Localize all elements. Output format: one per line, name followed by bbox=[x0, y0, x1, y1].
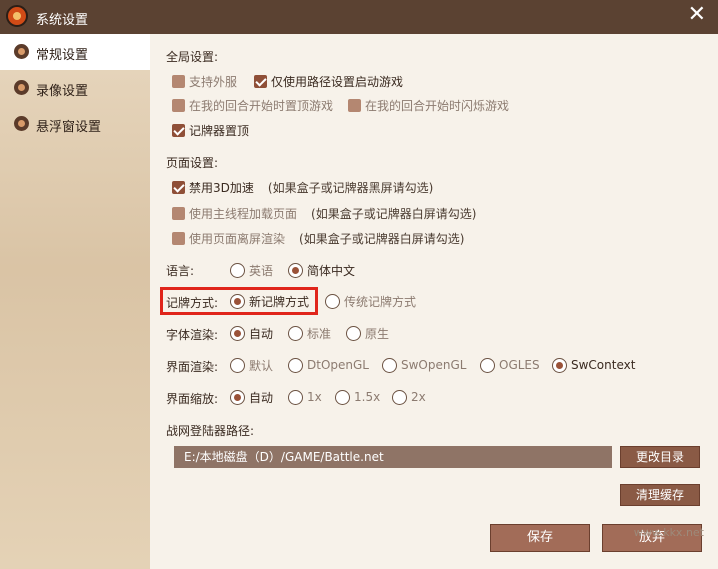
radio-render-default[interactable]: 默认 bbox=[230, 356, 273, 374]
radio-button[interactable] bbox=[392, 389, 407, 405]
sidebar-background-art bbox=[0, 68, 150, 569]
radio-button[interactable] bbox=[288, 357, 303, 373]
radio-render-ogles[interactable]: OGLES bbox=[480, 356, 540, 374]
option-turn-topmost[interactable]: 在我的回合开始时置顶游戏 bbox=[172, 96, 333, 114]
radio-language-chinese[interactable]: 简体中文 bbox=[288, 261, 355, 279]
checkbox[interactable] bbox=[254, 74, 267, 88]
radio-render-dtopengl[interactable]: DtOpenGL bbox=[288, 356, 369, 374]
checkbox[interactable] bbox=[172, 123, 185, 137]
radio-scale-2x[interactable]: 2x bbox=[392, 388, 426, 406]
font-render-label: 字体渲染: bbox=[166, 328, 219, 342]
sidebar-item-general[interactable]: 常规设置 bbox=[0, 34, 150, 70]
swirl-icon bbox=[14, 116, 29, 131]
option-main-thread[interactable]: 使用主线程加载页面 (如果盒子或记牌器白屏请勾选) bbox=[172, 204, 476, 222]
radio-scale-1-5x[interactable]: 1.5x bbox=[335, 388, 380, 406]
radio-button[interactable] bbox=[288, 389, 303, 405]
radio-button[interactable] bbox=[230, 293, 245, 309]
radio-button[interactable] bbox=[552, 357, 567, 373]
radio-button[interactable] bbox=[230, 389, 245, 405]
checkbox[interactable] bbox=[172, 74, 185, 88]
sidebar-item-label: 录像设置 bbox=[36, 84, 89, 99]
radio-button[interactable] bbox=[230, 262, 245, 278]
checkbox[interactable] bbox=[172, 98, 185, 112]
save-button[interactable]: 保存 bbox=[490, 524, 590, 552]
radio-render-swcontext[interactable]: SwContext bbox=[552, 356, 635, 374]
clear-cache-button[interactable]: 清理缓存 bbox=[620, 484, 700, 506]
settings-window: 系统设置 ✕ 常规设置 录像设置 悬浮窗设置 全局设置: 支持外服 仅使用路径设… bbox=[0, 0, 718, 569]
record-mode-label: 记牌方式: bbox=[166, 296, 219, 310]
radio-button[interactable] bbox=[230, 357, 245, 373]
radio-record-new[interactable]: 新记牌方式 bbox=[230, 292, 309, 310]
launcher-path-label: 战网登陆器路径: bbox=[166, 424, 255, 438]
option-offscreen[interactable]: 使用页面离屏渲染 (如果盒子或记牌器白屏请勾选) bbox=[172, 229, 464, 247]
radio-scale-1x[interactable]: 1x bbox=[288, 388, 322, 406]
sidebar-item-overlay[interactable]: 悬浮窗设置 bbox=[0, 106, 150, 142]
radio-scale-auto[interactable]: 自动 bbox=[230, 388, 273, 406]
option-foreign-server[interactable]: 支持外服 bbox=[172, 72, 237, 90]
radio-record-traditional[interactable]: 传统记牌方式 bbox=[325, 292, 416, 310]
radio-language-english[interactable]: 英语 bbox=[230, 261, 273, 279]
radio-font-native[interactable]: 原生 bbox=[346, 324, 389, 342]
checkbox[interactable] bbox=[172, 231, 185, 245]
global-settings-title: 全局设置: bbox=[166, 50, 219, 64]
radio-font-standard[interactable]: 标准 bbox=[288, 324, 331, 342]
checkbox[interactable] bbox=[172, 206, 185, 220]
radio-button[interactable] bbox=[288, 262, 303, 278]
sidebar-item-label: 悬浮窗设置 bbox=[36, 120, 102, 135]
radio-button[interactable] bbox=[325, 293, 340, 309]
swirl-icon bbox=[14, 44, 29, 59]
launcher-path-field[interactable]: E:/本地磁盘（D）/GAME/Battle.net bbox=[174, 446, 612, 468]
sidebar-item-recording[interactable]: 录像设置 bbox=[0, 70, 150, 106]
settings-content: 全局设置: 支持外服 仅使用路径设置启动游戏 在我的回合开始时置顶游戏 在我的回… bbox=[150, 34, 718, 569]
option-turn-flash[interactable]: 在我的回合开始时闪烁游戏 bbox=[348, 96, 509, 114]
ui-scale-label: 界面缩放: bbox=[166, 392, 219, 406]
language-label: 语言: bbox=[166, 264, 195, 278]
radio-button[interactable] bbox=[480, 357, 495, 373]
window-title: 系统设置 bbox=[36, 13, 89, 28]
checkbox[interactable] bbox=[348, 98, 361, 112]
option-path-launch[interactable]: 仅使用路径设置启动游戏 bbox=[254, 72, 403, 90]
change-directory-button[interactable]: 更改目录 bbox=[620, 446, 700, 468]
watermark: www.kkx.net bbox=[633, 526, 704, 539]
radio-font-auto[interactable]: 自动 bbox=[230, 324, 273, 342]
option-tracker-topmost[interactable]: 记牌器置顶 bbox=[172, 121, 249, 139]
radio-button[interactable] bbox=[230, 325, 245, 341]
option-disable-3d[interactable]: 禁用3D加速 (如果盒子或记牌器黑屏请勾选) bbox=[172, 178, 433, 196]
radio-button[interactable] bbox=[382, 357, 397, 373]
ui-render-label: 界面渲染: bbox=[166, 360, 219, 374]
app-logo-icon bbox=[6, 5, 28, 27]
radio-button[interactable] bbox=[288, 325, 303, 341]
radio-button[interactable] bbox=[335, 389, 350, 405]
swirl-icon bbox=[14, 80, 29, 95]
sidebar-item-label: 常规设置 bbox=[36, 48, 89, 63]
radio-button[interactable] bbox=[346, 325, 361, 341]
title-bar: 系统设置 ✕ bbox=[0, 0, 718, 34]
close-icon[interactable]: ✕ bbox=[688, 4, 706, 26]
checkbox[interactable] bbox=[172, 180, 185, 194]
sidebar: 常规设置 录像设置 悬浮窗设置 bbox=[0, 34, 150, 569]
radio-render-swopengl[interactable]: SwOpenGL bbox=[382, 356, 466, 374]
page-settings-title: 页面设置: bbox=[166, 156, 219, 170]
